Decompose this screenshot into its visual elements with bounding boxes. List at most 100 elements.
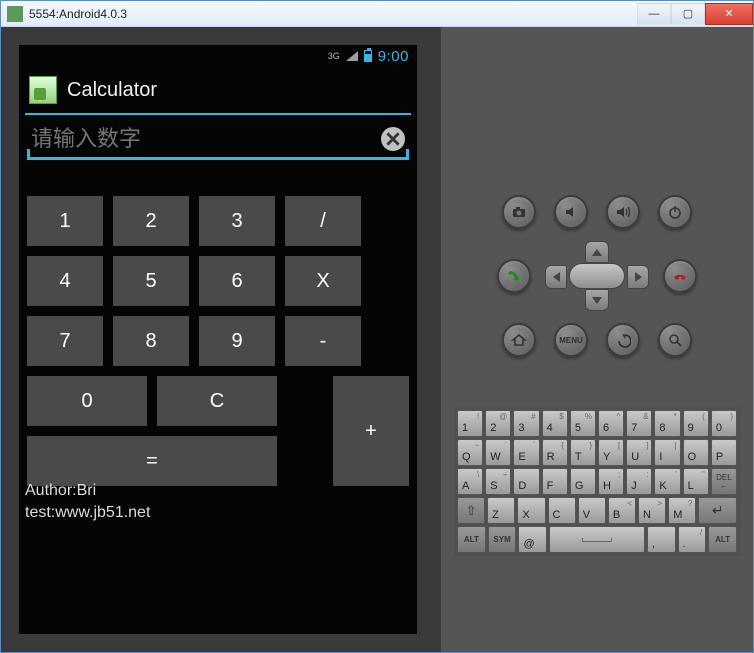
kbd-key-alt-r[interactable]: ALT: [708, 526, 737, 553]
clock: 9:00: [378, 48, 409, 65]
kbd-key-space[interactable]: [549, 526, 645, 553]
kbd-key-B[interactable]: B<: [608, 497, 636, 524]
status-bar: 3G 9:00: [19, 45, 417, 67]
kbd-key-L[interactable]: L": [683, 468, 709, 495]
search-button[interactable]: [658, 323, 692, 357]
key-divide[interactable]: /: [285, 196, 361, 246]
kbd-key-del[interactable]: DEL←: [711, 468, 737, 495]
kbd-key-shift[interactable]: [457, 497, 485, 524]
kbd-key-4[interactable]: 4$: [542, 410, 568, 437]
content: 3G 9:00 Calculator: [1, 27, 753, 652]
volume-down-button[interactable]: [554, 195, 588, 229]
kbd-key-0[interactable]: 0): [711, 410, 737, 437]
menu-button[interactable]: MENU: [554, 323, 588, 357]
kbd-key-F[interactable]: F: [542, 468, 568, 495]
kbd-key-R[interactable]: R{: [542, 439, 568, 466]
key-c[interactable]: C: [157, 376, 277, 426]
key-1[interactable]: 1: [27, 196, 103, 246]
key-subtract[interactable]: -: [285, 316, 361, 366]
kbd-key-6[interactable]: 6^: [598, 410, 624, 437]
volume-down-icon: [563, 204, 579, 220]
kbd-key-M[interactable]: M?: [668, 497, 696, 524]
kbd-key-W[interactable]: W`: [485, 439, 511, 466]
clear-input-button[interactable]: [381, 127, 405, 151]
kbd-key-P[interactable]: P: [711, 439, 737, 466]
kbd-key-C[interactable]: C: [548, 497, 576, 524]
dpad-left[interactable]: [545, 265, 567, 289]
kbd-key-U[interactable]: U]: [626, 439, 652, 466]
key-9[interactable]: 9: [199, 316, 275, 366]
input-row: [27, 121, 409, 160]
kbd-key-E[interactable]: E´: [513, 439, 539, 466]
emulator-window: 5554:Android4.0.3 — ▢ ✕ 3G 9:00 Calculat…: [0, 0, 754, 653]
kbd-key-X[interactable]: X: [517, 497, 545, 524]
hardware-buttons: MENU: [482, 195, 712, 357]
call-button[interactable]: [497, 259, 531, 293]
kbd-key-2[interactable]: 2@: [485, 410, 511, 437]
number-input[interactable]: [27, 121, 381, 157]
kbd-key-Q[interactable]: Q~: [457, 439, 483, 466]
end-call-button[interactable]: [663, 259, 697, 293]
camera-button[interactable]: [502, 195, 536, 229]
key-2[interactable]: 2: [113, 196, 189, 246]
kbd-key-K[interactable]: K': [654, 468, 680, 495]
kbd-key-N[interactable]: N>: [638, 497, 666, 524]
key-4[interactable]: 4: [27, 256, 103, 306]
close-button[interactable]: ✕: [705, 3, 753, 25]
kbd-key-sym[interactable]: SYM: [488, 526, 517, 553]
kbd-key-A[interactable]: A\: [457, 468, 483, 495]
kbd-key-1[interactable]: 1!: [457, 410, 483, 437]
window-buttons: — ▢ ✕: [637, 3, 753, 25]
dpad-down[interactable]: [585, 289, 609, 311]
key-3[interactable]: 3: [199, 196, 275, 246]
battery-icon: [364, 50, 372, 62]
kbd-key-alt-l[interactable]: ALT: [457, 526, 486, 553]
power-button[interactable]: [658, 195, 692, 229]
author-label: Author:Bri: [25, 480, 150, 502]
dpad-center[interactable]: [569, 263, 625, 289]
app-header: Calculator: [19, 67, 417, 113]
kbd-key-8[interactable]: 8*: [654, 410, 680, 437]
kbd-key-O[interactable]: O: [683, 439, 709, 466]
network-label: 3G: [328, 51, 340, 61]
kbd-key-Z[interactable]: Z: [487, 497, 515, 524]
kbd-key-at[interactable]: @: [518, 526, 547, 553]
dpad-up[interactable]: [585, 241, 609, 263]
key-multiply[interactable]: X: [285, 256, 361, 306]
kbd-key-period[interactable]: ./: [678, 526, 707, 553]
kbd-key-I[interactable]: I|: [654, 439, 680, 466]
kbd-key-J[interactable]: J:: [626, 468, 652, 495]
kbd-key-3[interactable]: 3#: [513, 410, 539, 437]
search-icon: [667, 332, 683, 348]
key-5[interactable]: 5: [113, 256, 189, 306]
maximize-button[interactable]: ▢: [671, 3, 705, 25]
key-8[interactable]: 8: [113, 316, 189, 366]
app-title: Calculator: [67, 79, 157, 102]
kbd-key-H[interactable]: H;: [598, 468, 624, 495]
signal-icon: [346, 51, 358, 61]
kbd-key-9[interactable]: 9(: [683, 410, 709, 437]
home-button[interactable]: [502, 323, 536, 357]
kbd-key-V[interactable]: V: [578, 497, 606, 524]
camera-icon: [511, 204, 527, 220]
key-6[interactable]: 6: [199, 256, 275, 306]
key-equals[interactable]: =: [27, 436, 277, 486]
kbd-key-T[interactable]: T}: [570, 439, 596, 466]
hardware-keyboard: 1!2@3#4$5%6^7&8*9(0) Q~W`E´R{T}Y[U]I|OP …: [454, 407, 740, 556]
kbd-key-S[interactable]: S÷: [485, 468, 511, 495]
key-7[interactable]: 7: [27, 316, 103, 366]
key-add[interactable]: +: [333, 376, 409, 486]
key-0[interactable]: 0: [27, 376, 147, 426]
kbd-key-D[interactable]: D: [513, 468, 539, 495]
volume-up-button[interactable]: [606, 195, 640, 229]
kbd-key-Y[interactable]: Y[: [598, 439, 624, 466]
kbd-key-G[interactable]: G: [570, 468, 596, 495]
kbd-key-comma[interactable]: ,: [647, 526, 676, 553]
dpad-right[interactable]: [627, 265, 649, 289]
minimize-button[interactable]: —: [637, 3, 671, 25]
kbd-key-5[interactable]: 5%: [570, 410, 596, 437]
kbd-key-7[interactable]: 7&: [626, 410, 652, 437]
test-label: test:www.jb51.net: [25, 502, 150, 524]
back-button[interactable]: [606, 323, 640, 357]
kbd-key-enter[interactable]: [698, 497, 737, 524]
